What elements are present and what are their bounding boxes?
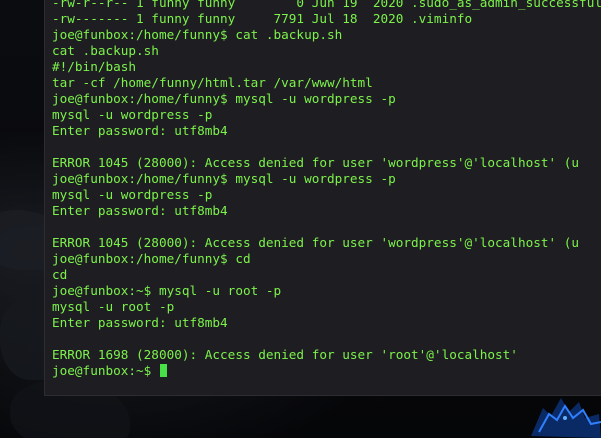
- terminal-window[interactable]: -rw-r--r-- 1 funny funny 0 Jun 19 2020 .…: [44, 0, 601, 396]
- terminal-line: ERROR 1698 (28000): Access denied for us…: [52, 347, 518, 362]
- terminal-line: mysql -u wordpress -p: [52, 107, 213, 122]
- terminal-line: ERROR 1045 (28000): Access denied for us…: [52, 155, 580, 170]
- terminal-line: ERROR 1045 (28000): Access denied for us…: [52, 235, 580, 250]
- terminal-line: joe@funbox:/home/funny$ cd: [52, 251, 251, 266]
- terminal-line: Enter password: utf8mb4: [52, 315, 228, 330]
- terminal-prompt-line[interactable]: joe@funbox:~$: [52, 363, 601, 379]
- terminal-line: cd: [52, 267, 68, 282]
- terminal-output[interactable]: -rw-r--r-- 1 funny funny 0 Jun 19 2020 .…: [52, 0, 601, 379]
- terminal-line: Enter password: utf8mb4: [52, 123, 228, 138]
- desktop-background: -rw-r--r-- 1 funny funny 0 Jun 19 2020 .…: [0, 0, 601, 438]
- terminal-line: tar -cf /home/funny/html.tar /var/www/ht…: [52, 75, 373, 90]
- terminal-cursor[interactable]: [159, 364, 167, 377]
- terminal-line: -rw------- 1 funny funny 7791 Jul 18 202…: [52, 11, 473, 26]
- terminal-line: cat .backup.sh: [52, 43, 159, 58]
- terminal-line: -rw-r--r-- 1 funny funny 0 Jun 19 2020 .…: [52, 0, 601, 10]
- terminal-line: mysql -u root -p: [52, 299, 175, 314]
- terminal-line: joe@funbox:/home/funny$ mysql -u wordpre…: [52, 91, 396, 106]
- terminal-line: mysql -u wordpress -p: [52, 187, 213, 202]
- terminal-line: joe@funbox:/home/funny$ mysql -u wordpre…: [52, 171, 396, 186]
- terminal-line: joe@funbox:/home/funny$ cat .backup.sh: [52, 27, 343, 42]
- terminal-prompt: joe@funbox:~$: [52, 363, 159, 378]
- terminal-line: Enter password: utf8mb4: [52, 203, 228, 218]
- terminal-line: joe@funbox:~$ mysql -u root -p: [52, 283, 282, 298]
- terminal-line: #!/bin/bash: [52, 59, 137, 74]
